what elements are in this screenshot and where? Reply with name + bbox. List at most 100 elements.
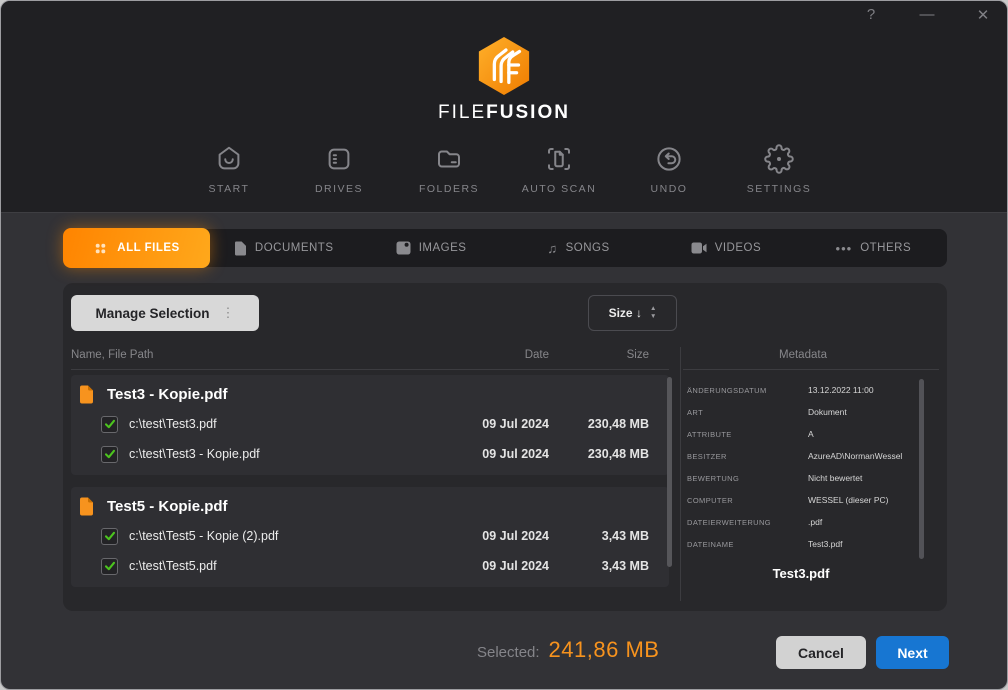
column-size: Size — [549, 349, 669, 361]
nav-item-label: UNDO — [651, 183, 688, 195]
nav-item-label: DRIVES — [315, 183, 363, 195]
metadata-label: ATTRIBUTE — [687, 430, 808, 439]
metadata-label: ÄNDERUNGSDATUM — [687, 386, 808, 395]
duplicate-file-list: Test3 - Kopie.pdfc:\test\Test3.pdf09 Jul… — [71, 375, 669, 599]
file-path: c:\test\Test5 - Kopie (2).pdf — [129, 529, 449, 543]
nav-item-label: AUTO SCAN — [522, 183, 597, 195]
metadata-label: DATEINAME — [687, 540, 808, 549]
tab-label: ALL FILES — [117, 242, 179, 254]
file-size: 3,43 MB — [549, 529, 669, 543]
brand-file: FILE — [438, 102, 486, 123]
tab-images[interactable]: IMAGES — [357, 229, 504, 267]
metadata-row: COMPUTERWESSEL (dieser PC) — [687, 489, 915, 511]
metadata-label: DATEIERWEITERUNG — [687, 518, 808, 527]
sort-label: Size ↓ — [609, 306, 642, 320]
check-icon — [104, 530, 116, 542]
nav-item-label: SETTINGS — [747, 183, 812, 195]
metadata-value: 13.12.2022 11:00 — [808, 385, 915, 395]
file-date: 09 Jul 2024 — [449, 529, 549, 543]
help-icon[interactable]: ? — [863, 6, 879, 24]
file-page-icon — [79, 497, 94, 516]
nav-item-drives[interactable]: DRIVES — [295, 143, 383, 195]
duplicate-group: Test5 - Kopie.pdf c:\test\Test5 - Kopie (… — [71, 487, 669, 587]
nav-item-start[interactable]: START — [185, 143, 273, 195]
file-row[interactable]: c:\test\Test3.pdf09 Jul 2024230,48 MB — [71, 409, 669, 439]
next-button[interactable]: Next — [876, 636, 949, 669]
metadata-value: AzureAD\NormanWessel — [808, 451, 915, 461]
file-size: 230,48 MB — [549, 447, 669, 461]
column-name-filepath: Name, File Path — [71, 349, 444, 361]
folder-icon — [434, 143, 464, 175]
metadata-row: ARTDokument — [687, 401, 915, 423]
nav-item-auto-scan[interactable]: AUTO SCAN — [515, 143, 603, 195]
tab-label: SONGS — [566, 242, 610, 254]
checkbox-checked[interactable] — [101, 558, 118, 575]
tab-label: DOCUMENTS — [255, 242, 334, 254]
file-path: c:\test\Test3.pdf — [129, 417, 449, 431]
metadata-panel-title: Metadata — [687, 349, 919, 361]
music-note-icon: ♫ — [547, 242, 557, 255]
category-tabbar: DOCUMENTS IMAGES ♫ SONGS VIDEOS•••OTHERS ALL… — [63, 229, 947, 267]
app-header: ? — ✕ FILEF — [1, 1, 1007, 213]
tab-all-files[interactable]: ALL FILES — [63, 228, 210, 268]
undo-icon — [654, 143, 684, 175]
selected-label: Selected: — [477, 644, 540, 661]
brand-fusion: FUSION — [486, 102, 570, 123]
nav-item-label: START — [209, 183, 250, 195]
checkbox-checked[interactable] — [101, 416, 118, 433]
document-icon — [234, 241, 247, 256]
file-date: 09 Jul 2024 — [449, 559, 549, 573]
tab-others[interactable]: •••OTHERS — [800, 229, 947, 267]
file-page-icon — [79, 385, 94, 404]
tab-documents[interactable]: DOCUMENTS — [210, 229, 357, 267]
nav-item-folders[interactable]: FOLDERS — [405, 143, 493, 195]
file-row[interactable]: c:\test\Test5 - Kopie (2).pdf09 Jul 2024… — [71, 521, 669, 551]
list-column-headers: Name, File Path Date Size — [71, 349, 669, 361]
video-camera-icon — [691, 242, 707, 254]
file-row[interactable]: c:\test\Test3 - Kopie.pdf09 Jul 2024230,… — [71, 439, 669, 469]
nav-item-label: FOLDERS — [419, 183, 479, 195]
tab-videos[interactable]: VIDEOS — [652, 229, 799, 267]
brand-name: FILEFUSION — [1, 102, 1007, 124]
file-date: 09 Jul 2024 — [449, 447, 549, 461]
metadata-value: .pdf — [808, 517, 915, 527]
check-icon — [104, 418, 116, 430]
close-icon[interactable]: ✕ — [975, 6, 991, 24]
list-header-divider — [71, 369, 669, 370]
cancel-button[interactable]: Cancel — [776, 636, 866, 669]
group-title-text: Test5 - Kopie.pdf — [107, 498, 228, 515]
file-path: c:\test\Test3 - Kopie.pdf — [129, 447, 449, 461]
tab-songs[interactable]: ♫ SONGS — [505, 229, 652, 267]
drive-icon — [324, 143, 354, 175]
sort-dropdown[interactable]: Size ↓ ▲▼ — [588, 295, 677, 331]
duplicate-group: Test3 - Kopie.pdfc:\test\Test3.pdf09 Jul… — [71, 375, 669, 475]
manage-selection-label: Manage Selection — [95, 306, 209, 321]
panel-vertical-divider — [680, 347, 681, 601]
app-window: ? — ✕ FILEF — [0, 0, 1008, 690]
metadata-value: WESSEL (dieser PC) — [808, 495, 915, 505]
nav-item-undo[interactable]: UNDO — [625, 143, 713, 195]
file-list-scrollbar[interactable] — [667, 377, 672, 567]
file-path: c:\test\Test5.pdf — [129, 559, 449, 573]
metadata-scrollbar[interactable] — [919, 379, 924, 559]
minimize-icon[interactable]: — — [919, 6, 935, 24]
image-icon — [396, 241, 411, 255]
selected-size-value: 241,86 MB — [549, 637, 660, 663]
group-title: Test3 - Kopie.pdf — [71, 377, 669, 409]
metadata-row: DATEINAMETest3.pdf — [687, 533, 915, 555]
manage-selection-button[interactable]: Manage Selection ⋮ — [71, 295, 259, 331]
spinner-arrows-icon: ▲▼ — [650, 306, 656, 321]
checkbox-checked[interactable] — [101, 528, 118, 545]
scan-icon — [544, 143, 574, 175]
file-row[interactable]: c:\test\Test5.pdf09 Jul 20243,43 MB — [71, 551, 669, 581]
checkbox-checked[interactable] — [101, 446, 118, 463]
metadata-row: ÄNDERUNGSDATUM13.12.2022 11:00 — [687, 379, 915, 401]
nav-item-settings[interactable]: SETTINGS — [735, 143, 823, 195]
file-size: 3,43 MB — [549, 559, 669, 573]
metadata-value: Nicht bewertet — [808, 473, 915, 483]
check-icon — [104, 560, 116, 572]
group-title-text: Test3 - Kopie.pdf — [107, 386, 228, 403]
duplicates-panel: Manage Selection ⋮ Size ↓ ▲▼ Name, File … — [63, 283, 947, 611]
metadata-label: BESITZER — [687, 452, 808, 461]
filefusion-logo-icon — [475, 35, 533, 97]
